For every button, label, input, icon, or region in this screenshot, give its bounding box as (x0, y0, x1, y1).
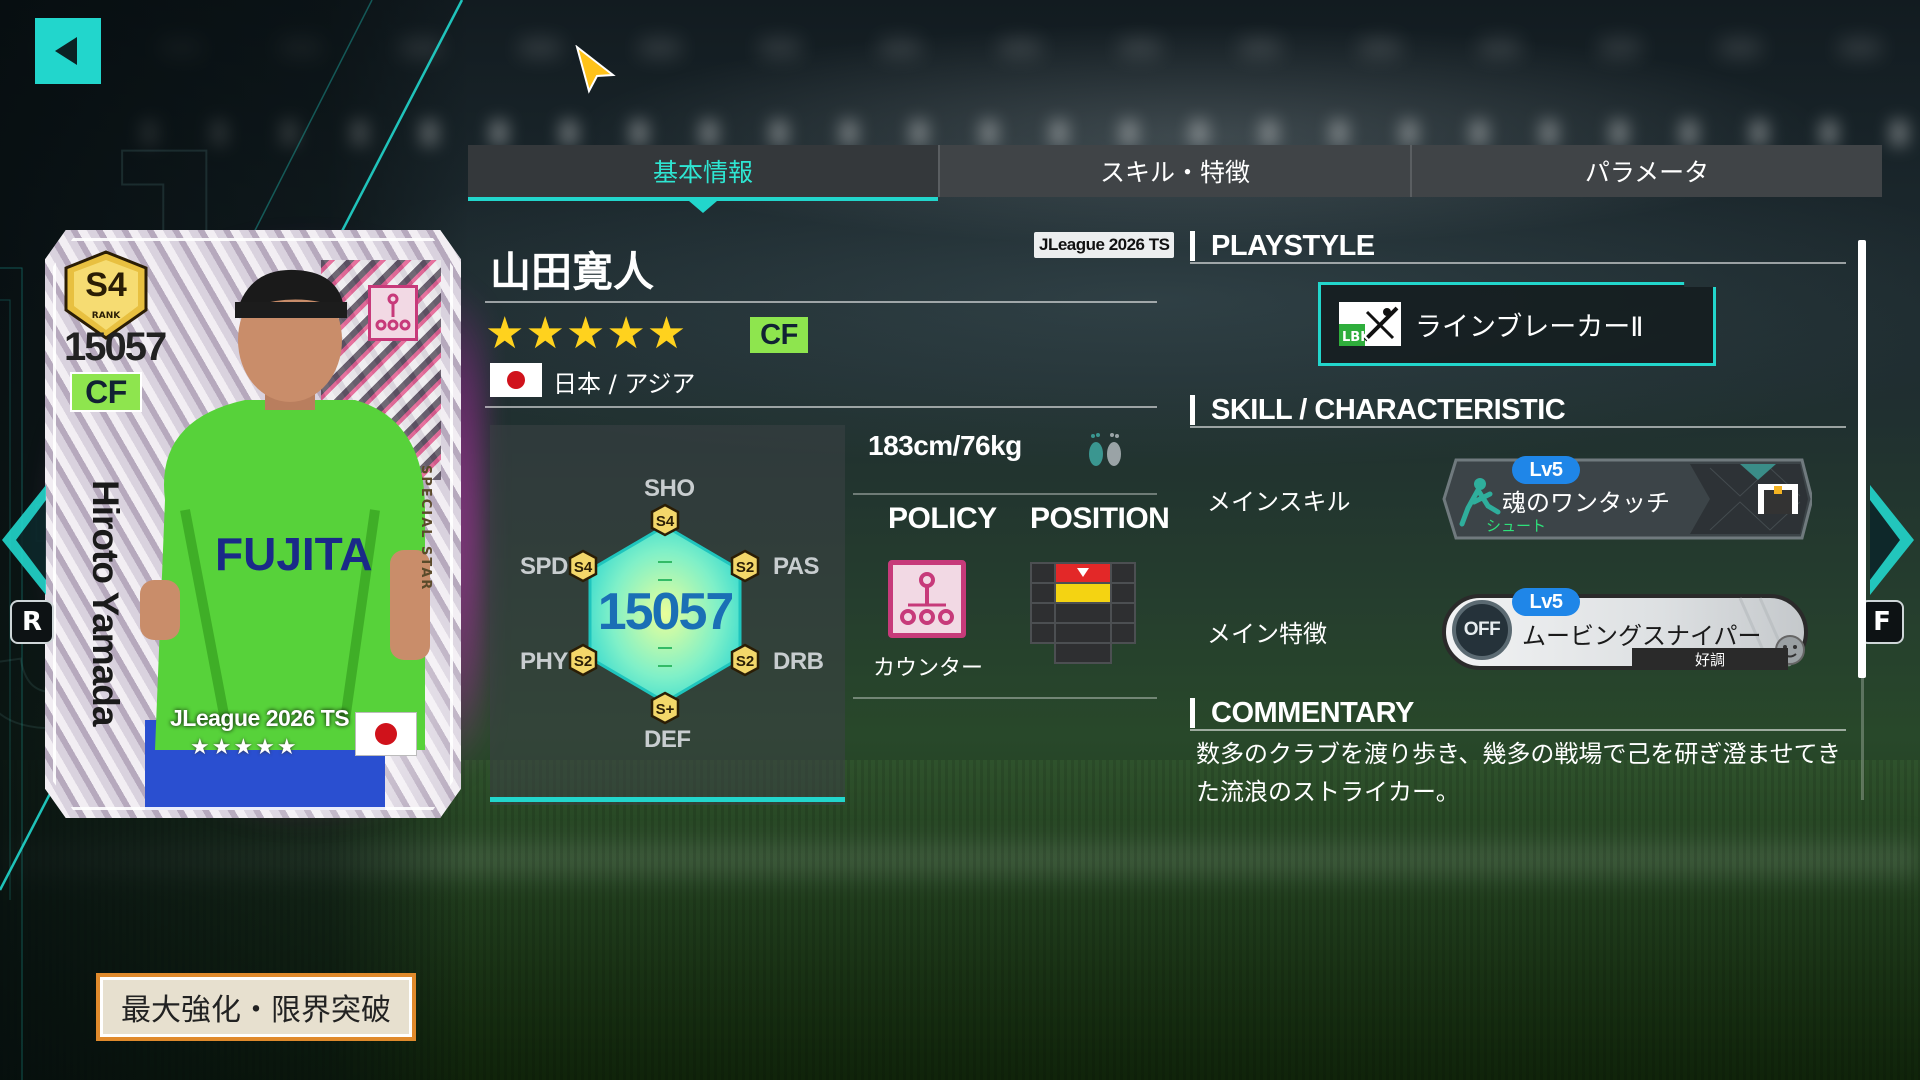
policy-label: カウンター (873, 656, 984, 681)
trait-status-off: OFF (1452, 600, 1512, 660)
svg-text:S+: S+ (656, 701, 675, 718)
grade-def-badge: S+ (650, 691, 680, 725)
main-trait-name: ムービングスナイパー (1522, 622, 1762, 650)
section-skill: SKILL / CHARACTERISTIC (1190, 395, 1566, 425)
svg-text:S4: S4 (574, 559, 593, 576)
grade-phy-badge: S2 (568, 643, 598, 677)
divider (853, 697, 1157, 699)
main-skill-label: メインスキル (1207, 488, 1351, 516)
scrollbar-thumb[interactable] (1858, 240, 1866, 678)
position-map (1030, 562, 1136, 664)
section-commentary: COMMENTARY (1190, 698, 1414, 728)
main-skill-type: シュート (1486, 517, 1547, 535)
divider (853, 493, 1157, 495)
main-trait-level: Lv5 (1512, 588, 1580, 616)
divider (1190, 729, 1846, 731)
svg-text:S2: S2 (736, 559, 754, 576)
svg-text:S4: S4 (656, 513, 675, 530)
grade-sho-badge: S4 (650, 503, 680, 537)
footedness-icon (1089, 433, 1121, 466)
playstyle-name: ラインブレーカーⅡ (1415, 311, 1644, 343)
line-breaker-icon: LBK (1339, 302, 1401, 346)
main-trait-condition: 好調 (1632, 648, 1788, 670)
playstyle-box[interactable]: LBK ラインブレーカーⅡ (1318, 282, 1716, 366)
position-header: POSITION (1030, 502, 1170, 535)
goal-icon (1758, 484, 1798, 514)
playstyle-code: LBK (1342, 330, 1371, 345)
commentary-text: 数多のクラブを渡り歩き、幾多の戦場で己を研ぎ澄ませてきた流浪のストライカー。 (1196, 740, 1841, 806)
main-skill-name: 魂のワンタッチ (1502, 489, 1670, 517)
body-size: 183cm/76kg (868, 430, 1022, 461)
policy-header: POLICY (888, 502, 997, 535)
grade-spd-badge: S4 (568, 549, 598, 583)
section-playstyle: PLAYSTYLE (1190, 231, 1375, 261)
main-skill-level: Lv5 (1512, 456, 1580, 484)
svg-text:S2: S2 (574, 653, 592, 670)
divider (1190, 262, 1846, 264)
svg-text:S2: S2 (736, 653, 754, 670)
main-trait-label: メイン特徴 (1207, 620, 1327, 648)
counter-policy-icon[interactable] (888, 560, 966, 638)
grade-drb-badge: S2 (730, 643, 760, 677)
divider (1190, 426, 1846, 428)
grade-pas-badge: S2 (730, 549, 760, 583)
